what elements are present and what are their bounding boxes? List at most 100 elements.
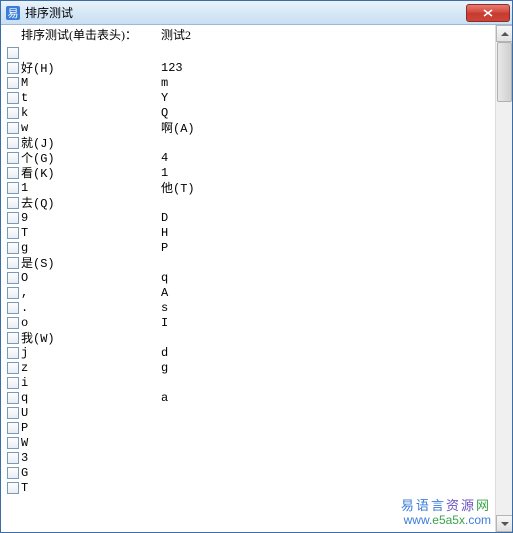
- row-checkbox[interactable]: [7, 242, 19, 254]
- table-row[interactable]: 个(G)4: [1, 150, 495, 165]
- table-row[interactable]: 是(S): [1, 255, 495, 270]
- app-icon: 易: [5, 5, 21, 21]
- table-row[interactable]: [1, 45, 495, 60]
- cell-col2: H: [161, 226, 495, 240]
- window-frame: 易 排序测试 排序测试(单击表头)： 测试2 好(H)123MmtYkQw啊(A…: [0, 0, 513, 533]
- row-checkbox[interactable]: [7, 437, 19, 449]
- list-view[interactable]: 排序测试(单击表头)： 测试2 好(H)123MmtYkQw啊(A)就(J)个(…: [1, 25, 495, 532]
- cell-col1: 是(S): [21, 254, 161, 271]
- column-header-1[interactable]: 排序测试(单击表头)：: [21, 26, 161, 43]
- cell-col2: Q: [161, 106, 495, 120]
- vertical-scrollbar[interactable]: [495, 25, 512, 532]
- table-row[interactable]: T: [1, 480, 495, 495]
- row-checkbox[interactable]: [7, 302, 19, 314]
- cell-col1: M: [21, 76, 161, 90]
- table-row[interactable]: kQ: [1, 105, 495, 120]
- table-row[interactable]: zg: [1, 360, 495, 375]
- row-checkbox[interactable]: [7, 422, 19, 434]
- row-checkbox[interactable]: [7, 212, 19, 224]
- table-row[interactable]: Oq: [1, 270, 495, 285]
- table-row[interactable]: 9D: [1, 210, 495, 225]
- table-row[interactable]: 去(Q): [1, 195, 495, 210]
- cell-col1: ,: [21, 286, 161, 300]
- row-checkbox[interactable]: [7, 377, 19, 389]
- row-checkbox[interactable]: [7, 467, 19, 479]
- row-checkbox[interactable]: [7, 407, 19, 419]
- cell-col2: P: [161, 241, 495, 255]
- table-row[interactable]: 看(K)1: [1, 165, 495, 180]
- cell-col2: Y: [161, 91, 495, 105]
- table-row[interactable]: U: [1, 405, 495, 420]
- cell-col2: q: [161, 271, 495, 285]
- row-checkbox[interactable]: [7, 287, 19, 299]
- row-checkbox[interactable]: [7, 152, 19, 164]
- cell-col1: T: [21, 226, 161, 240]
- row-checkbox[interactable]: [7, 122, 19, 134]
- cell-col2: I: [161, 316, 495, 330]
- cell-col2: g: [161, 361, 495, 375]
- row-checkbox[interactable]: [7, 317, 19, 329]
- row-checkbox[interactable]: [7, 257, 19, 269]
- cell-col2: a: [161, 391, 495, 405]
- row-checkbox[interactable]: [7, 182, 19, 194]
- cell-col2: d: [161, 346, 495, 360]
- row-checkbox[interactable]: [7, 362, 19, 374]
- titlebar[interactable]: 易 排序测试: [1, 1, 512, 25]
- table-row[interactable]: P: [1, 420, 495, 435]
- close-button[interactable]: [466, 4, 510, 22]
- row-checkbox[interactable]: [7, 167, 19, 179]
- cell-col1: w: [21, 121, 161, 135]
- window-title: 排序测试: [25, 4, 466, 21]
- row-checkbox[interactable]: [7, 347, 19, 359]
- row-checkbox[interactable]: [7, 62, 19, 74]
- cell-col1: W: [21, 436, 161, 450]
- table-row[interactable]: G: [1, 465, 495, 480]
- cell-col2: 1: [161, 166, 495, 180]
- table-row[interactable]: 就(J): [1, 135, 495, 150]
- row-checkbox[interactable]: [7, 197, 19, 209]
- cell-col1: j: [21, 346, 161, 360]
- cell-col1: 好(H): [21, 59, 161, 76]
- table-row[interactable]: TH: [1, 225, 495, 240]
- table-row[interactable]: .s: [1, 300, 495, 315]
- row-checkbox[interactable]: [7, 47, 19, 59]
- cell-col2: m: [161, 76, 495, 90]
- table-row[interactable]: W: [1, 435, 495, 450]
- table-row[interactable]: 我(W): [1, 330, 495, 345]
- scroll-thumb[interactable]: [497, 42, 512, 102]
- cell-col2: 123: [161, 61, 495, 75]
- row-checkbox[interactable]: [7, 137, 19, 149]
- row-checkbox[interactable]: [7, 77, 19, 89]
- cell-col1: U: [21, 406, 161, 420]
- table-row[interactable]: Mm: [1, 75, 495, 90]
- table-row[interactable]: i: [1, 375, 495, 390]
- column-headers[interactable]: 排序测试(单击表头)： 测试2: [1, 25, 495, 45]
- cell-col1: i: [21, 376, 161, 390]
- table-row[interactable]: 3: [1, 450, 495, 465]
- table-row[interactable]: ,A: [1, 285, 495, 300]
- row-checkbox[interactable]: [7, 227, 19, 239]
- cell-col1: O: [21, 271, 161, 285]
- table-row[interactable]: tY: [1, 90, 495, 105]
- row-checkbox[interactable]: [7, 332, 19, 344]
- row-checkbox[interactable]: [7, 392, 19, 404]
- table-row[interactable]: qa: [1, 390, 495, 405]
- client-area: 排序测试(单击表头)： 测试2 好(H)123MmtYkQw啊(A)就(J)个(…: [1, 25, 512, 532]
- cell-col2: 啊(A): [161, 119, 495, 136]
- table-row[interactable]: gP: [1, 240, 495, 255]
- row-checkbox[interactable]: [7, 107, 19, 119]
- row-checkbox[interactable]: [7, 482, 19, 494]
- row-checkbox[interactable]: [7, 272, 19, 284]
- table-row[interactable]: 1他(T): [1, 180, 495, 195]
- cell-col1: 看(K): [21, 164, 161, 181]
- row-checkbox[interactable]: [7, 92, 19, 104]
- row-checkbox[interactable]: [7, 452, 19, 464]
- cell-col1: T: [21, 481, 161, 495]
- scroll-up-button[interactable]: [496, 25, 512, 42]
- table-row[interactable]: jd: [1, 345, 495, 360]
- table-row[interactable]: oI: [1, 315, 495, 330]
- table-row[interactable]: w啊(A): [1, 120, 495, 135]
- table-row[interactable]: 好(H)123: [1, 60, 495, 75]
- scroll-down-button[interactable]: [496, 515, 512, 532]
- column-header-2[interactable]: 测试2: [161, 26, 495, 43]
